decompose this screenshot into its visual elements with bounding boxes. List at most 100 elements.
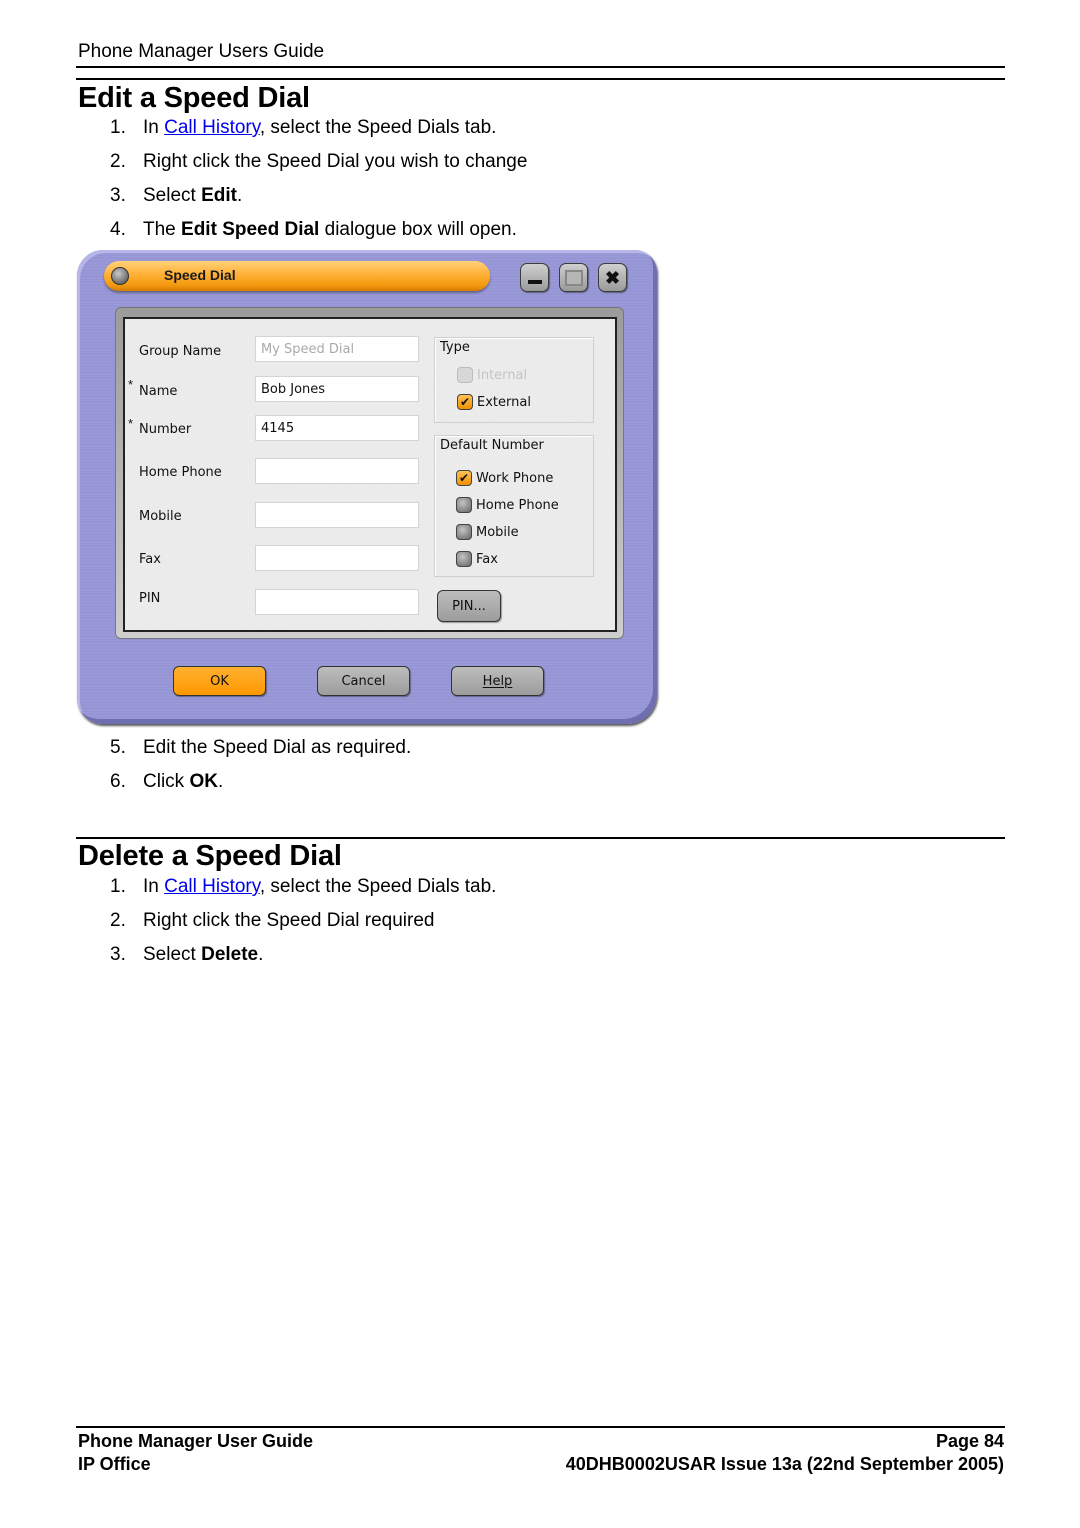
step-text: The (143, 219, 182, 240)
maximize-button[interactable] (559, 263, 588, 292)
edit-step-1: 1. In Call History, select the Speed Dial… (110, 117, 496, 139)
delete-step-2: 2. Right click the Speed Dial required (110, 910, 435, 932)
title-led-icon (111, 267, 129, 285)
step-bold-term: Delete (201, 944, 259, 965)
fax-label: Fax (139, 552, 161, 567)
footer-rule (76, 1426, 1005, 1428)
header-rule (76, 66, 1005, 68)
default-work-phone-option[interactable]: ✔ Work Phone (456, 470, 553, 486)
step-text: Right click the Speed Dial required (143, 910, 435, 931)
cancel-button[interactable]: Cancel (317, 666, 410, 696)
step-number: 2. (110, 910, 126, 931)
number-input[interactable] (255, 415, 419, 441)
step-text: Right click the Speed Dial you wish to c… (143, 151, 528, 172)
default-number-groupbox: Default Number ✔ Work Phone Home Phone M… (434, 435, 594, 577)
pin-button[interactable]: PIN... (437, 590, 501, 622)
radio-icon (456, 524, 472, 540)
step-text: Select (143, 185, 202, 206)
edit-step-5: 5. Edit the Speed Dial as required. (110, 737, 411, 759)
checkbox-icon (457, 367, 473, 383)
step-number: 6. (110, 771, 126, 792)
home-phone-label: Home Phone (139, 465, 222, 480)
option-label: Internal (477, 367, 528, 383)
edit-step-6: 6. Click OK. (110, 771, 223, 793)
section-rule (76, 78, 1005, 80)
step-text: dialogue box will open. (319, 219, 517, 240)
step-text: , select the Speed Dials tab. (259, 876, 497, 897)
step-number: 2. (110, 151, 126, 172)
delete-step-3: 3. Select Delete. (110, 944, 263, 966)
default-fax-option[interactable]: Fax (456, 551, 498, 567)
step-number: 3. (110, 185, 126, 206)
step-text: In (143, 117, 165, 138)
footer-product: IP Office (78, 1454, 151, 1474)
step-text: . (258, 944, 264, 965)
radio-icon (456, 497, 472, 513)
type-internal-option: Internal (457, 367, 527, 383)
form-panel: Group Name * Name * Number Home Phone Mo… (123, 317, 617, 632)
step-bold-term: Edit (201, 185, 237, 206)
dialog-title: Speed Dial (164, 267, 236, 283)
help-button-label: Help (482, 673, 513, 689)
option-label: Fax (476, 551, 498, 567)
default-mobile-option[interactable]: Mobile (456, 524, 519, 540)
minimize-button[interactable] (520, 263, 549, 292)
dialog-titlebar[interactable]: Speed Dial (104, 261, 490, 291)
group-name-label: Group Name (139, 344, 222, 359)
footer-guide-title: Phone Manager User Guide (78, 1431, 314, 1451)
step-number: 1. (110, 117, 126, 138)
maximize-icon (564, 269, 583, 286)
section-title-delete: Delete a Speed Dial (78, 840, 342, 872)
close-button[interactable]: ✖ (598, 263, 627, 292)
step-text: Select (143, 944, 202, 965)
type-external-option[interactable]: ✔ External (457, 394, 531, 410)
speed-dial-dialog: Speed Dial ✖ Group Name * Name * Number … (77, 250, 657, 724)
minimize-icon (527, 279, 542, 284)
mobile-input[interactable] (255, 502, 419, 528)
step-number: 5. (110, 737, 126, 758)
type-groupbox: Type Internal ✔ External (434, 337, 594, 423)
fax-input[interactable] (255, 545, 419, 571)
step-text: Click (143, 771, 190, 792)
checked-radio-icon: ✔ (456, 470, 472, 486)
call-history-link[interactable]: Call History (164, 876, 260, 897)
mobile-label: Mobile (139, 509, 182, 524)
step-number: 4. (110, 219, 126, 240)
default-home-phone-option[interactable]: Home Phone (456, 497, 559, 513)
pin-label: PIN (139, 591, 161, 606)
required-marker: * (128, 416, 134, 431)
option-label: Work Phone (476, 470, 554, 486)
footer-doc-id: 40DHB0002USAR Issue 13a (22nd September … (565, 1454, 1004, 1474)
form-panel-frame: Group Name * Name * Number Home Phone Mo… (115, 307, 624, 639)
edit-step-4: 4. The Edit Speed Dial dialogue box will … (110, 219, 517, 241)
pin-input[interactable] (255, 589, 419, 615)
step-number: 1. (110, 876, 126, 897)
help-button[interactable]: Help (451, 666, 544, 696)
step-text: . (236, 185, 243, 206)
name-input[interactable] (255, 376, 419, 402)
section-rule (76, 837, 1005, 839)
type-group-title: Type (440, 340, 470, 355)
radio-icon (456, 551, 472, 567)
step-bold-term: OK (189, 771, 218, 792)
step-bold-term: Edit Speed Dial (181, 219, 320, 240)
name-label: Name (139, 384, 178, 399)
option-label: Home Phone (476, 497, 559, 513)
close-icon: ✖ (604, 267, 621, 288)
step-text: . (217, 771, 224, 792)
footer-page-number: Page 84 (935, 1431, 1004, 1451)
running-header: Phone Manager Users Guide (78, 41, 325, 62)
number-label: Number (139, 422, 192, 437)
step-text: In (143, 876, 165, 897)
home-phone-input[interactable] (255, 458, 419, 484)
edit-step-2: 2. Right click the Speed Dial you wish to… (110, 151, 527, 173)
option-label: External (477, 394, 531, 410)
edit-step-3: 3. Select Edit. (110, 185, 242, 207)
call-history-link[interactable]: Call History (164, 117, 260, 138)
default-number-group-title: Default Number (440, 438, 544, 453)
step-text: Edit the Speed Dial as required. (143, 737, 412, 758)
group-name-input[interactable] (255, 336, 419, 362)
checked-checkbox-icon: ✔ (457, 394, 473, 410)
section-title-edit: Edit a Speed Dial (78, 82, 310, 114)
ok-button[interactable]: OK (173, 666, 266, 696)
